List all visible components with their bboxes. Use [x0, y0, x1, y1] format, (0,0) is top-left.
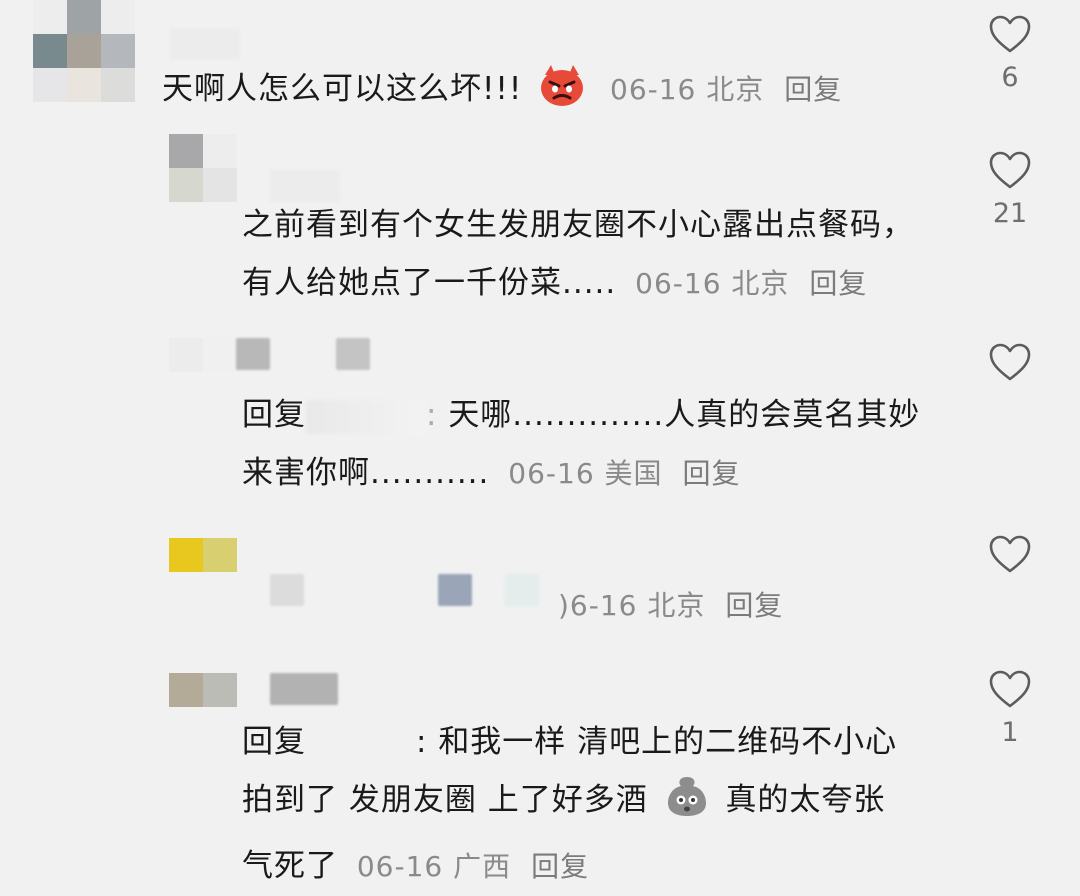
avatar[interactable] [169, 673, 237, 707]
avatar[interactable] [169, 134, 237, 202]
comment-meta: 06-16 美国 回复 [508, 457, 740, 490]
comment-location: 北京 [706, 73, 765, 106]
comment-body-line2a: 拍到了 发朋友圈 上了好多酒 [242, 782, 648, 818]
like-count [970, 390, 1050, 422]
content-masked [438, 574, 472, 606]
reply-button[interactable]: 回复 [809, 267, 867, 300]
username-masked[interactable] [270, 673, 338, 705]
comment-location: 广西 [453, 850, 512, 883]
comment-line: 来害你啊........... 06-16 美国 回复 [242, 444, 962, 503]
username-masked[interactable] [336, 338, 370, 370]
like-count: 6 [1001, 62, 1019, 93]
comment-text: 回复: 天哪..............人真的会莫名其妙 来害你啊.......… [242, 386, 962, 503]
comment-body-line1: 天哪..............人真的会莫名其妙 [448, 397, 921, 433]
comment-text: 回复: 和我一样 清吧上的二维码不小心 拍到了 发朋友圈 上了好多酒 真的太夸张… [242, 713, 962, 896]
comment-date: 06-16 [508, 457, 595, 490]
reply-prefix: 回复 [242, 397, 306, 433]
like-control[interactable] [970, 534, 1050, 614]
comment-body-line3: 气死了 [242, 848, 338, 884]
comment-line: 回复: 和我一样 清吧上的二维码不小心 [242, 724, 898, 761]
reply-button[interactable]: 回复 [725, 589, 783, 622]
comment-text: 天啊人怎么可以这么坏!!! 06-16 北京 回复 [162, 60, 842, 126]
comment-line: 回复: 天哪..............人真的会莫名其妙 [242, 397, 921, 434]
comment-meta: 06-16 广西 回复 [357, 850, 589, 883]
comment-2: 之前看到有个女生发朋友圈不小心露出点餐码，有人给她点了一千份菜..... 06-… [0, 130, 1080, 310]
comment-line: 气死了 06-16 广西 回复 [242, 837, 962, 896]
comment-line: 拍到了 发朋友圈 上了好多酒 真的太夸张 [242, 771, 962, 837]
comment-location: 美国 [604, 457, 663, 490]
comment-meta: 06-16 北京 回复 [610, 73, 842, 106]
comment-date: 06-16 [356, 850, 444, 883]
like-control[interactable] [970, 342, 1050, 422]
comment-meta: )6-16 北京 回复 [558, 589, 783, 622]
comment-location: 北京 [647, 589, 706, 622]
username-masked[interactable] [236, 338, 270, 370]
like-count: 21 [992, 198, 1028, 229]
comment-5: 回复: 和我一样 清吧上的二维码不小心 拍到了 发朋友圈 上了好多酒 真的太夸张… [0, 665, 1080, 887]
mentioned-username-masked[interactable] [306, 726, 416, 761]
content-masked [270, 574, 304, 606]
username-masked[interactable] [170, 28, 240, 60]
reply-button[interactable]: 回复 [784, 73, 842, 106]
comment-date: )6-16 [558, 589, 638, 622]
reply-button[interactable]: 回复 [531, 850, 589, 883]
avatar[interactable] [33, 0, 135, 102]
sad-face-emoji-icon [665, 774, 709, 837]
reply-prefix: 回复 [242, 724, 306, 760]
angry-devil-emoji-icon [539, 63, 585, 126]
comment-body-line2b: 真的太夸张 [725, 782, 886, 818]
like-control[interactable]: 6 [970, 14, 1050, 94]
like-control[interactable]: 21 [970, 150, 1050, 230]
mentioned-username-masked[interactable] [306, 399, 426, 434]
heart-icon[interactable] [988, 342, 1032, 382]
content-masked [505, 574, 539, 606]
heart-icon[interactable] [988, 14, 1032, 54]
comment-4: )6-16 北京 回复 [0, 530, 1080, 640]
comment-text: )6-16 北京 回复 [558, 576, 783, 635]
like-control[interactable]: 1 [970, 669, 1050, 749]
comment-body-line1: 和我一样 清吧上的二维码不小心 [438, 724, 898, 760]
reply-button[interactable]: 回复 [682, 457, 740, 490]
heart-icon[interactable] [988, 150, 1032, 190]
comment-meta: 06-16 北京 回复 [635, 267, 867, 300]
heart-icon[interactable] [988, 669, 1032, 709]
comment-body: 天啊人怎么可以这么坏!!! [162, 71, 523, 107]
heart-icon[interactable] [988, 534, 1032, 574]
comment-location: 北京 [731, 267, 790, 300]
comment-body-line2: 来害你啊........... [242, 455, 490, 491]
comment-text: 之前看到有个女生发朋友圈不小心露出点餐码，有人给她点了一千份菜..... 06-… [242, 196, 942, 313]
avatar[interactable] [169, 338, 237, 372]
avatar[interactable] [169, 538, 237, 572]
like-count: 1 [1001, 717, 1019, 748]
comment-date: 06-16 [610, 73, 697, 106]
like-count [970, 582, 1050, 614]
comment-1: 天啊人怎么可以这么坏!!! 06-16 北京 回复 6 [0, 0, 1080, 120]
comment-date: 06-16 [635, 267, 722, 300]
comment-3: 回复: 天哪..............人真的会莫名其妙 来害你啊.......… [0, 330, 1080, 510]
